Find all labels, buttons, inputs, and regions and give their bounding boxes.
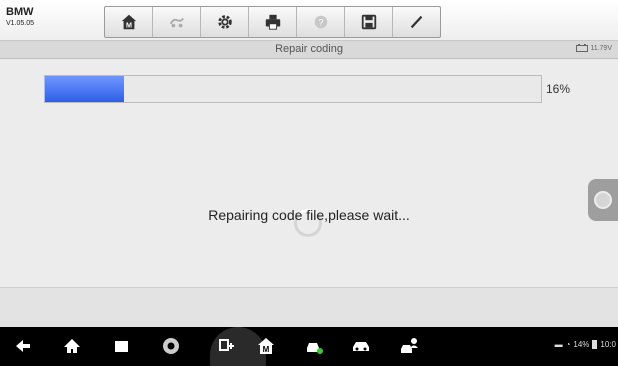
svg-text:M: M <box>126 20 132 29</box>
vci-button[interactable] <box>216 335 238 357</box>
title-bar: Repair coding 11.79V <box>0 41 618 59</box>
brand: BMW V1.05.05 <box>6 6 35 28</box>
home-icon: M <box>121 14 136 29</box>
save-icon <box>361 14 376 30</box>
system-navigation-bar: M ▬ ◔ 14% 10:0 <box>0 327 618 366</box>
software-version: V1.05.05 <box>6 20 35 27</box>
vehicle-swap-icon <box>169 17 184 28</box>
user-car-button[interactable] <box>398 335 420 357</box>
car-tools-button[interactable] <box>304 335 326 357</box>
home-button[interactable]: M <box>105 7 153 37</box>
user-car-icon <box>401 338 418 353</box>
car-button[interactable] <box>350 335 372 357</box>
print-button[interactable] <box>249 7 297 37</box>
battery-percent: 14% <box>573 340 590 349</box>
home-icon <box>64 339 80 353</box>
vehicle-swap-button[interactable] <box>153 7 201 37</box>
status-area: ▬ ◔ 14% 10:0 <box>555 340 616 349</box>
status-message: Repairing code file,please wait... <box>208 207 410 223</box>
wifi-icon: ◔ <box>565 340 571 349</box>
progress-fill <box>45 76 125 102</box>
voltage-value: 11.79V <box>590 44 612 52</box>
car-icon <box>353 342 369 351</box>
help-button[interactable]: ? <box>297 7 345 37</box>
browser-icon <box>163 338 179 354</box>
nav-home-button[interactable] <box>61 335 83 357</box>
function-button-bar <box>0 287 618 328</box>
message-icon: ▬ <box>554 340 563 349</box>
print-icon <box>265 14 280 30</box>
brand-name: BMW <box>6 6 34 18</box>
save-button[interactable] <box>345 7 393 37</box>
top-bar: BMW V1.05.05 M ? <box>0 0 618 41</box>
recent-apps-icon <box>115 341 128 352</box>
recent-apps-button[interactable] <box>110 335 132 357</box>
edit-button[interactable] <box>393 7 440 37</box>
floating-menu-handle[interactable] <box>588 179 618 221</box>
back-icon <box>16 340 30 352</box>
car-battery-icon <box>576 44 589 52</box>
progress-bar <box>44 75 542 103</box>
progress-percent: 16% <box>546 82 571 96</box>
svg-text:M: M <box>263 345 270 354</box>
toolbar: M ? <box>104 6 441 38</box>
settings-button[interactable] <box>201 7 249 37</box>
maxifix-home-button[interactable]: M <box>255 335 277 357</box>
svg-text:?: ? <box>318 18 323 28</box>
circle-icon <box>594 191 612 209</box>
battery-icon <box>592 340 598 349</box>
back-button[interactable] <box>12 335 34 357</box>
page-title: Repair coding <box>275 43 343 55</box>
clock: 10:0 <box>600 340 616 349</box>
edit-icon <box>410 15 422 29</box>
settings-icon <box>217 15 232 29</box>
car-tools-icon <box>307 343 323 354</box>
main-panel: 16% Repairing code file,please wait... <box>0 59 618 287</box>
browser-button[interactable] <box>160 335 182 357</box>
maxifix-home-icon: M <box>258 338 274 354</box>
vci-icon <box>219 339 234 351</box>
help-icon: ? <box>314 15 327 29</box>
battery-voltage: 11.79V <box>576 44 612 52</box>
